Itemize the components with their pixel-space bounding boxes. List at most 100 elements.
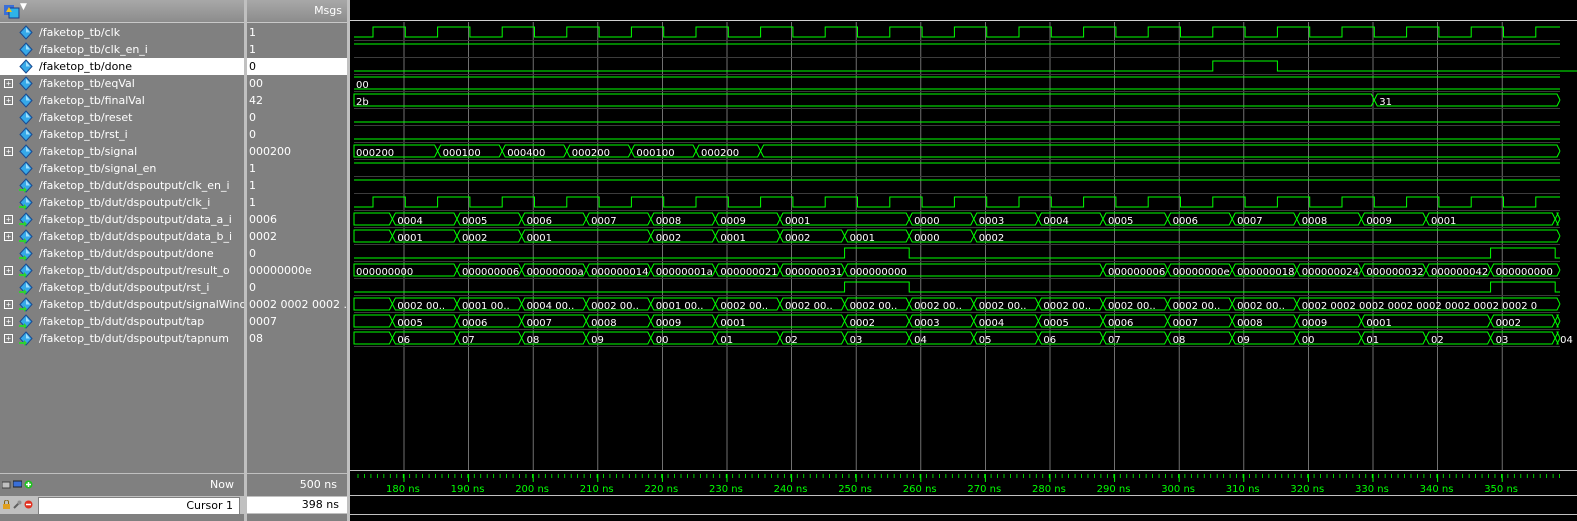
signal-row[interactable]: + /faketop_tb/signal <box>0 143 244 160</box>
expand-toggle-icon[interactable]: + <box>4 300 13 309</box>
bus-segment <box>353 331 393 345</box>
cursor-value-box[interactable]: 398 ns <box>247 497 347 513</box>
signal-value-row[interactable]: 1 <box>247 194 347 211</box>
signal-value-row[interactable]: 0007 <box>247 313 347 330</box>
signal-value-row[interactable]: 08 <box>247 330 347 347</box>
expand-toggle-icon[interactable]: + <box>4 96 13 105</box>
bus-value-label: 0002 00.. <box>979 301 1027 312</box>
signal-value-row[interactable]: 00000000e <box>247 262 347 279</box>
bus-segment <box>1554 314 1561 328</box>
signal-row[interactable]: /faketop_tb/dut/dspoutput/clk_i <box>0 194 244 211</box>
bus-value-label: 0000 <box>914 233 939 244</box>
signal-value-row[interactable]: 000200 <box>247 143 347 160</box>
signal-diamond-icon <box>19 76 33 91</box>
port-signal-icon <box>19 331 33 346</box>
signal-row[interactable]: /faketop_tb/clk_en_i <box>0 41 244 58</box>
lock-icon[interactable] <box>2 500 11 509</box>
bus-value-label: 0002 00.. <box>1237 301 1285 312</box>
time-tick-label: 240 ns <box>774 484 808 495</box>
bus-value-label: 000000024 <box>1302 267 1359 278</box>
signal-row[interactable]: + /faketop_tb/finalVal <box>0 92 244 109</box>
signal-row[interactable]: + /faketop_tb/dut/dspoutput/data_b_i <box>0 228 244 245</box>
signal-value-row[interactable]: 1 <box>247 160 347 177</box>
signal-row[interactable]: /faketop_tb/signal_en <box>0 160 244 177</box>
signal-name: /faketop_tb/dut/dspoutput/tap <box>39 315 205 328</box>
wrench-icon[interactable] <box>13 500 22 509</box>
bus-value-label: 000000006 <box>462 267 519 278</box>
add-icon[interactable] <box>24 480 33 489</box>
signal-value: 42 <box>249 94 263 107</box>
bus-value-label: 000000018 <box>1237 267 1294 278</box>
signal-name: /faketop_tb/dut/dspoutput/rst_i <box>39 281 210 294</box>
remove-icon[interactable] <box>24 500 33 509</box>
signal-value-row[interactable]: 0 <box>247 126 347 143</box>
signal-row[interactable]: + /faketop_tb/dut/dspoutput/signalWindow <box>0 296 244 313</box>
expand-toggle-icon[interactable]: + <box>4 79 13 88</box>
wave-window-icon[interactable] <box>3 3 21 19</box>
signal-value-row[interactable]: 42 <box>247 92 347 109</box>
expand-toggle-icon[interactable]: + <box>4 215 13 224</box>
bus-value-label: 03 <box>850 335 863 346</box>
signal-value-row[interactable]: 0 <box>247 279 347 296</box>
time-tick-label: 210 ns <box>580 484 614 495</box>
signal-row[interactable]: + /faketop_tb/dut/dspoutput/data_a_i <box>0 211 244 228</box>
bus-value-label: 0001 <box>785 216 810 227</box>
signal-value-row[interactable]: 1 <box>247 41 347 58</box>
bus-value-label: 0001 <box>850 233 875 244</box>
signal-value-row[interactable]: 0 <box>247 58 347 75</box>
time-tick-label: 280 ns <box>1032 484 1066 495</box>
signal-row[interactable]: /faketop_tb/done <box>0 58 244 75</box>
time-tick-label: 180 ns <box>386 484 420 495</box>
signal-row[interactable]: /faketop_tb/dut/dspoutput/done <box>0 245 244 262</box>
signal-row[interactable]: /faketop_tb/rst_i <box>0 126 244 143</box>
signal-name: /faketop_tb/done <box>39 60 133 73</box>
expand-toggle-icon[interactable]: + <box>4 266 13 275</box>
signal-row[interactable]: + /faketop_tb/dut/dspoutput/tap <box>0 313 244 330</box>
signal-row[interactable]: /faketop_tb/dut/dspoutput/clk_en_i <box>0 177 244 194</box>
signal-value-row[interactable]: 1 <box>247 177 347 194</box>
bus-value-label: 0009 <box>656 318 681 329</box>
bus-value-label: 0001 <box>527 233 552 244</box>
signal-name: /faketop_tb/clk <box>39 26 121 39</box>
waveform-pane[interactable]: 00 2b 31 000200 000100 000400 000200 000100 0002… <box>350 0 1577 521</box>
signal-row[interactable]: /faketop_tb/dut/dspoutput/rst_i <box>0 279 244 296</box>
menu-caret-icon[interactable]: ▼ <box>20 2 27 12</box>
signal-row[interactable]: /faketop_tb/reset <box>0 109 244 126</box>
signal-diamond-icon <box>19 25 33 40</box>
signal-value: 1 <box>249 196 256 209</box>
pulse-waveform <box>354 281 1560 293</box>
bus-value-label: 0007 <box>1173 318 1198 329</box>
signal-value: 0 <box>249 247 256 260</box>
signal-name: /faketop_tb/dut/dspoutput/data_b_i <box>39 230 233 243</box>
bus-value-label: 000000042 <box>1431 267 1488 278</box>
signal-value-row[interactable]: 0 <box>247 109 347 126</box>
bus-value-label: 0007 <box>1237 216 1262 227</box>
signal-diamond-icon <box>19 110 33 125</box>
expand-toggle-icon[interactable]: + <box>4 147 13 156</box>
waveform-canvas[interactable]: 002b 31000200 000100 000400 000200 000100 0002… <box>350 0 1577 521</box>
bus-value-label: 00 <box>356 80 369 91</box>
wave-toolbar-icon[interactable] <box>2 480 11 489</box>
signal-value-row[interactable]: 0 <box>247 245 347 262</box>
bus-value-label: 0001 <box>1366 318 1391 329</box>
bus-value-label: 0002 00.. <box>720 301 768 312</box>
signal-value-row[interactable]: 0006 <box>247 211 347 228</box>
expand-toggle-icon[interactable]: + <box>4 232 13 241</box>
monitor-icon[interactable] <box>13 480 22 489</box>
signal-row[interactable]: + /faketop_tb/eqVal <box>0 75 244 92</box>
time-tick-label: 320 ns <box>1290 484 1324 495</box>
time-tick-label: 300 ns <box>1161 484 1195 495</box>
bus-segment <box>760 144 1561 158</box>
signal-row[interactable]: + /faketop_tb/dut/dspoutput/result_o <box>0 262 244 279</box>
port-signal-icon <box>19 178 33 193</box>
cursor-name-box[interactable]: Cursor 1 <box>38 497 240 515</box>
signal-value-row[interactable]: 0002 0002 0002 ... <box>247 296 347 313</box>
signal-value-row[interactable]: 00 <box>247 75 347 92</box>
expand-toggle-icon[interactable]: + <box>4 334 13 343</box>
expand-toggle-icon[interactable]: + <box>4 317 13 326</box>
signal-row[interactable]: + /faketop_tb/dut/dspoutput/tapnum <box>0 330 244 347</box>
signal-value-row[interactable]: 0002 <box>247 228 347 245</box>
bus-value-label: 07 <box>1108 335 1121 346</box>
signal-value-row[interactable]: 1 <box>247 24 347 41</box>
signal-row[interactable]: /faketop_tb/clk <box>0 24 244 41</box>
